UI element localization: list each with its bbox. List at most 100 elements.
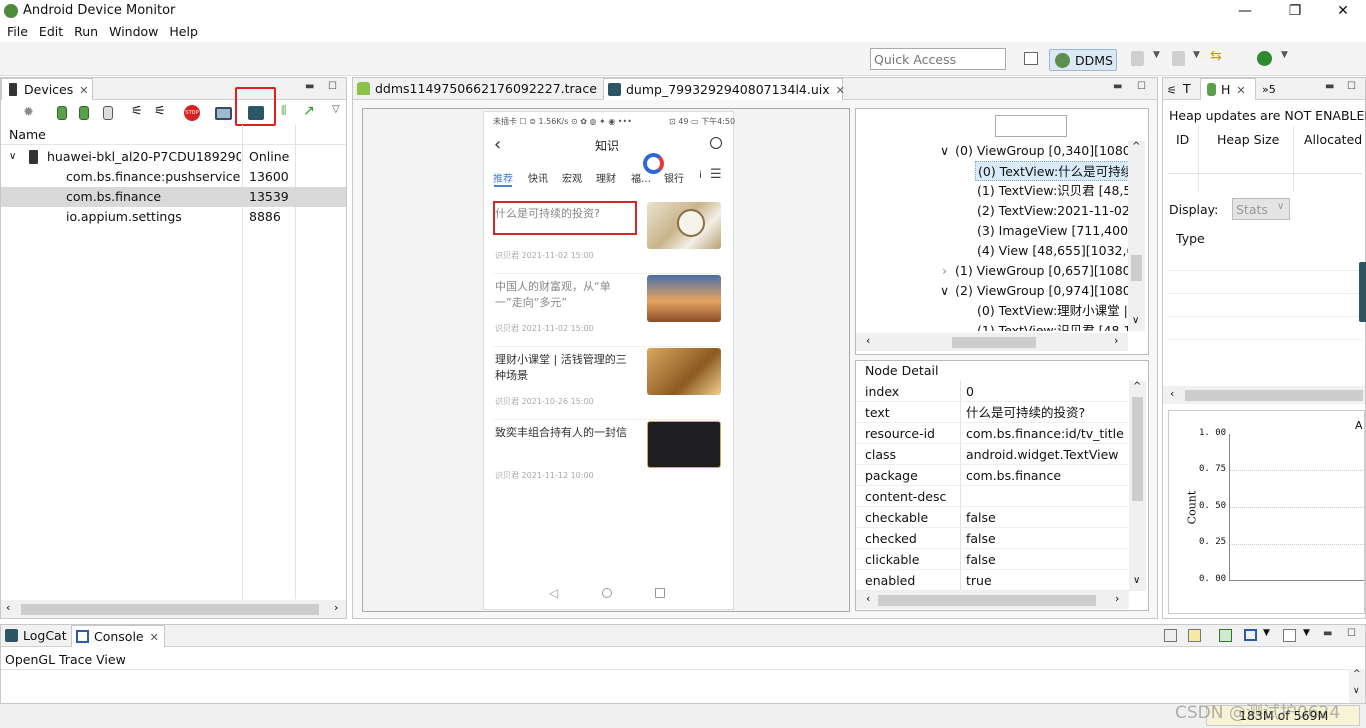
close-button[interactable]: ✕: [1320, 0, 1366, 22]
minimize-icon[interactable]: ▬: [1325, 81, 1334, 92]
update-threads-icon[interactable]: ⚟: [131, 104, 143, 119]
maximize-icon[interactable]: ☐: [1137, 81, 1146, 92]
menu-window[interactable]: Window: [109, 22, 158, 42]
tab-console[interactable]: Console ✕: [71, 625, 165, 647]
device-screenshot[interactable]: 未插卡 ☐ ⊜ 1.56K/s ⊙ ✿ ◍ ✦ ◉ ••• ⊡ 49 ▭ 下午4…: [484, 112, 735, 609]
scroll-down-icon[interactable]: ∨: [1353, 686, 1360, 696]
collapse-icon[interactable]: ›: [942, 263, 947, 278]
tree-node[interactable]: ∨ (2) ViewGroup [0,974][1080,1: [940, 281, 1128, 301]
tab-devices[interactable]: Devices ✕: [1, 78, 93, 100]
expand-icon[interactable]: ∨: [940, 283, 949, 298]
tree-node[interactable]: (1) TextView:识贝君 [48,55: [977, 181, 1128, 201]
hierarchy-tree[interactable]: ∨ (0) ViewGroup [0,340][1080,6 (0) TextVi…: [856, 141, 1128, 331]
tree-node[interactable]: ∨ (0) ViewGroup [0,340][1080,6: [940, 141, 1128, 161]
trace-arrow-icon[interactable]: ↗: [303, 103, 315, 119]
stop-process-icon[interactable]: STOP: [184, 105, 200, 121]
screen-capture-icon[interactable]: [215, 107, 232, 120]
tab-trace[interactable]: ddms1149750662176092227.trace: [353, 78, 601, 100]
tab-uix-dump[interactable]: dump_7993292940807134l4.uix ✕: [603, 78, 845, 100]
nav-tab-welfare[interactable]: 福…: [631, 170, 651, 185]
nav-tab-news[interactable]: 快讯: [528, 170, 548, 185]
bug-icon[interactable]: [1257, 51, 1272, 66]
scroll-thumb[interactable]: [878, 595, 1096, 606]
property-row[interactable]: class android.widget.TextView: [856, 444, 1129, 465]
table-row[interactable]: ∨ huawei-bkl_al20-P7CDU18929008 Online: [1, 147, 346, 167]
nav-tab-macro[interactable]: 宏观: [562, 170, 582, 185]
maximize-icon[interactable]: ☐: [1347, 81, 1356, 92]
property-row[interactable]: checkable false: [856, 507, 1129, 528]
scroll-left-icon[interactable]: ‹: [1170, 387, 1174, 400]
property-row[interactable]: checked false: [856, 528, 1129, 549]
dump-view-hierarchy-button[interactable]: [235, 87, 276, 126]
chevron-down-icon[interactable]: ∨: [9, 147, 16, 167]
column-allocated[interactable]: Allocated: [1304, 132, 1362, 147]
chevron-down-icon[interactable]: ▼: [1153, 50, 1160, 60]
table-row[interactable]: com.bs.finance 13539: [1, 187, 346, 207]
menu-file[interactable]: File: [7, 22, 28, 42]
hierarchy-hscrollbar[interactable]: ‹ ›: [856, 333, 1128, 351]
article-item[interactable]: 中国人的财富观，从“单一”走向“多元” 识贝君 2021-11-02 15:00: [493, 275, 721, 347]
property-row[interactable]: package com.bs.finance: [856, 465, 1129, 486]
menu-help[interactable]: Help: [169, 22, 198, 42]
dump-hprof-icon[interactable]: [79, 106, 89, 120]
nav-home-icon[interactable]: [602, 588, 612, 598]
chevron-down-icon[interactable]: ▼: [1193, 50, 1200, 60]
menu-run[interactable]: Run: [74, 22, 98, 42]
chevron-down-icon[interactable]: ▼: [1281, 50, 1288, 60]
tree-node[interactable]: (3) ImageView [711,400][1: [977, 221, 1128, 241]
scroll-down-icon[interactable]: ∨: [1132, 315, 1139, 326]
scroll-right-icon[interactable]: ›: [1114, 334, 1118, 347]
tab-threads[interactable]: ⚟ T: [1163, 78, 1199, 100]
quick-access-input[interactable]: [870, 48, 1006, 70]
minimize-button[interactable]: —: [1222, 0, 1268, 22]
debug-bug-icon[interactable]: ✹: [23, 105, 34, 120]
property-row[interactable]: index 0: [856, 381, 1129, 402]
close-icon[interactable]: ✕: [836, 84, 845, 97]
tree-node[interactable]: (2) TextView:2021-11-02 1: [977, 201, 1128, 221]
heap-hscrollbar[interactable]: ‹: [1163, 386, 1365, 404]
scroll-right-icon[interactable]: ›: [1115, 592, 1119, 605]
side-scroll-handle[interactable]: [1359, 262, 1366, 322]
tree-node[interactable]: (1) TextView:识贝君 [48,11: [977, 321, 1128, 331]
table-row[interactable]: com.bs.finance:pushservice 13600: [1, 167, 346, 187]
update-heap-icon[interactable]: [57, 106, 67, 120]
scroll-left-icon[interactable]: ‹: [866, 592, 870, 605]
property-row[interactable]: content-desc: [856, 486, 1129, 507]
tab-heap[interactable]: H ✕: [1200, 78, 1256, 100]
close-icon[interactable]: ✕: [1236, 84, 1245, 97]
nav-tab-recommend[interactable]: 推荐: [493, 170, 513, 185]
systrace-icon[interactable]: ⫴: [281, 104, 286, 119]
minimize-icon[interactable]: ▬: [305, 81, 314, 92]
pin-console-icon[interactable]: [1219, 629, 1232, 642]
scroll-right-icon[interactable]: ›: [334, 601, 338, 614]
gc-icon[interactable]: [103, 106, 113, 120]
close-icon[interactable]: ✕: [150, 631, 159, 644]
minimize-icon[interactable]: ▬: [1323, 628, 1332, 639]
display-console-icon[interactable]: [1244, 629, 1257, 641]
back-arrow-icon[interactable]: ⇆: [1210, 48, 1222, 64]
method-profiling-icon[interactable]: ⚟: [154, 104, 166, 119]
nav-tab-finance[interactable]: 理财: [596, 170, 616, 185]
tree-node-selected[interactable]: (0) TextView:什么是可持续的: [975, 161, 1128, 181]
open-perspective-icon[interactable]: [1024, 52, 1038, 65]
maximize-icon[interactable]: ☐: [1347, 628, 1356, 639]
nav-tab-more[interactable]: i: [699, 170, 702, 181]
chevron-down-icon[interactable]: ▼: [1303, 628, 1310, 638]
scroll-lock-icon[interactable]: [1188, 629, 1201, 642]
article-item[interactable]: 理财小课堂 | 活钱管理的三种场景 识贝君 2021-10-26 15:00: [493, 348, 721, 420]
scroll-thumb[interactable]: [1132, 397, 1143, 501]
nav-recents-icon[interactable]: [655, 588, 665, 598]
nav-tab-bank[interactable]: 银行: [664, 170, 684, 185]
scroll-thumb[interactable]: [1185, 390, 1363, 401]
hierarchy-vscrollbar[interactable]: ^ ∨: [1128, 141, 1145, 331]
tree-node[interactable]: (4) View [48,655][1032,65: [977, 241, 1128, 261]
menu-edit[interactable]: Edit: [39, 22, 63, 42]
view-menu-icon[interactable]: ▽: [332, 104, 340, 115]
tree-node[interactable]: › (1) ViewGroup [0,657][1080,9: [942, 261, 1128, 281]
scroll-up-icon[interactable]: ^: [1132, 141, 1140, 152]
scroll-down-icon[interactable]: ∨: [1133, 575, 1140, 586]
node-detail-hscrollbar[interactable]: ‹ ›: [856, 591, 1129, 609]
property-row[interactable]: resource-id com.bs.finance:id/tv_title: [856, 423, 1129, 444]
nav-back-icon[interactable]: ◁: [549, 586, 558, 600]
tab-overflow[interactable]: »5: [1258, 78, 1286, 100]
